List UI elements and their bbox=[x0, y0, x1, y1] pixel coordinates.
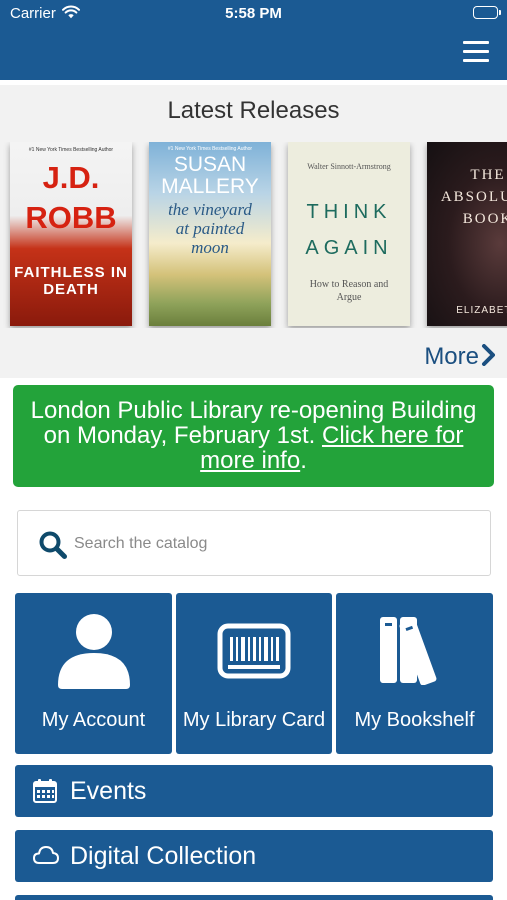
menu-line bbox=[463, 59, 489, 62]
catalog-search-box[interactable] bbox=[17, 510, 491, 576]
book-author: ELIZABETH bbox=[456, 305, 507, 316]
tile-label: My Library Card bbox=[182, 709, 326, 731]
section-title: Latest Releases bbox=[167, 97, 340, 124]
row-label: Events bbox=[70, 777, 147, 805]
tile-label: My Bookshelf bbox=[354, 709, 475, 731]
book-subtitle: How to Reason and Argue bbox=[309, 279, 389, 303]
app-screen: Carrier 5:58 PM Latest Releases #1 New Y… bbox=[0, 0, 507, 900]
chevron-right-icon bbox=[482, 344, 495, 366]
book-carousel[interactable]: #1 New York Times Bestselling Author J.D… bbox=[0, 142, 507, 328]
search-icon bbox=[38, 530, 68, 565]
menu-line bbox=[463, 41, 489, 44]
book-cover[interactable]: THE ABSOLUTE BOOK ELIZABETH bbox=[427, 142, 507, 326]
more-menu-row[interactable] bbox=[15, 895, 493, 900]
books-icon bbox=[336, 611, 493, 685]
row-label: Digital Collection bbox=[70, 842, 257, 870]
menu-line bbox=[463, 50, 489, 53]
book-cover[interactable]: #1 New York Times Bestselling Author J.D… bbox=[10, 142, 132, 326]
more-link[interactable]: More bbox=[424, 343, 495, 371]
book-title: the vineyard at painted moon bbox=[168, 200, 252, 257]
status-bar: Carrier 5:58 PM bbox=[0, 0, 507, 28]
digital-collection-row[interactable]: Digital Collection bbox=[15, 830, 493, 882]
more-label: More bbox=[424, 343, 479, 370]
cloud-icon bbox=[32, 843, 60, 872]
book-title: FAITHLESS IN DEATH bbox=[14, 264, 128, 298]
book-cover[interactable]: #1 New York Times Bestselling Author SUS… bbox=[149, 142, 271, 326]
search-input[interactable] bbox=[74, 531, 474, 557]
announcement-banner: London Public Library re-opening Buildin… bbox=[13, 385, 494, 487]
banner-suffix: . bbox=[300, 447, 307, 474]
book-tagline: #1 New York Times Bestselling Author bbox=[28, 147, 114, 153]
book-author: Walter Sinnott-Armstrong bbox=[307, 162, 391, 171]
book-title: THINK AGAIN bbox=[305, 201, 393, 259]
user-icon bbox=[15, 611, 172, 689]
calendar-icon bbox=[32, 778, 58, 809]
barcode-card-icon bbox=[176, 623, 332, 679]
events-row[interactable]: Events bbox=[15, 765, 493, 817]
tile-label: My Account bbox=[41, 709, 146, 731]
book-title: THE ABSOLUTE BOOK bbox=[440, 167, 507, 227]
my-library-card-tile[interactable]: My Library Card bbox=[176, 593, 332, 754]
book-author: SUSAN MALLERY bbox=[161, 153, 259, 198]
battery-icon bbox=[473, 6, 501, 19]
top-bar: Carrier 5:58 PM bbox=[0, 0, 507, 80]
hamburger-menu-button[interactable] bbox=[463, 41, 489, 63]
book-author: J.D. ROBB bbox=[25, 160, 117, 235]
book-cover[interactable]: Walter Sinnott-Armstrong THINK AGAIN How… bbox=[288, 142, 410, 326]
book-tagline: #1 New York Times Bestselling Author bbox=[167, 146, 253, 152]
latest-releases-section: Latest Releases #1 New York Times Bestse… bbox=[0, 85, 507, 378]
my-bookshelf-tile[interactable]: My Bookshelf bbox=[336, 593, 493, 754]
status-time: 5:58 PM bbox=[225, 5, 282, 22]
my-account-tile[interactable]: My Account bbox=[15, 593, 172, 754]
